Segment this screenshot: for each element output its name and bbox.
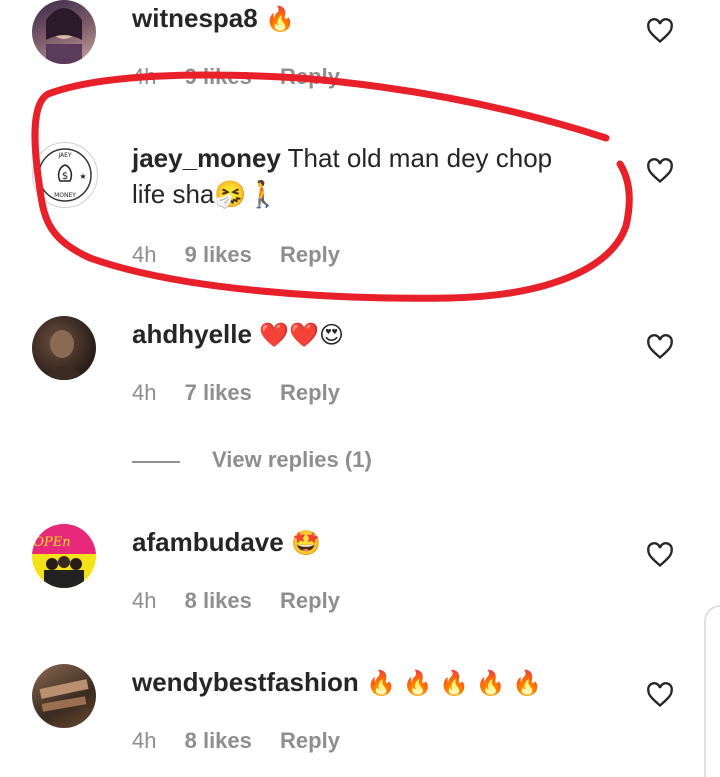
view-replies-divider [132, 461, 180, 463]
comment-text: 🔥 [264, 6, 295, 33]
comment-body: ahdhyelle ❤️❤️😍 [132, 316, 612, 354]
username[interactable]: wendybestfashion [132, 667, 359, 697]
comment-text: 🔥 🔥 🔥 🔥 🔥 [366, 670, 543, 697]
comment-body: witnespa8 🔥 [132, 0, 612, 38]
svg-text:$: $ [62, 171, 68, 182]
comment-afambudave: OPEn afambudave 🤩 4h 8 likes Reply [0, 524, 720, 634]
heart-outline-icon[interactable] [646, 158, 674, 184]
heart-outline-icon[interactable] [646, 682, 674, 708]
likes-count[interactable]: 7 likes [185, 380, 252, 405]
timestamp: 4h [132, 64, 157, 89]
comment-text: That old man dey chop [287, 143, 553, 173]
svg-text:OPEn: OPEn [33, 535, 70, 550]
avatar[interactable]: $ JAEY MONEY ★ [32, 142, 98, 208]
comment-witnespa8: witnespa8 🔥 4h 9 likes Reply [0, 0, 720, 100]
username[interactable]: jaey_money [132, 143, 281, 173]
comment-wendybestfashion: wendybestfashion 🔥 🔥 🔥 🔥 🔥 4h 8 likes Re… [0, 664, 720, 761]
comment-body: jaey_money That old man dey chop life sh… [132, 140, 612, 212]
username[interactable]: afambudave [132, 527, 284, 557]
likes-count[interactable]: 8 likes [185, 588, 252, 613]
username[interactable]: witnespa8 [132, 3, 258, 33]
avatar[interactable]: OPEn [32, 524, 96, 588]
comment-body: afambudave 🤩 [132, 524, 612, 562]
timestamp: 4h [132, 728, 157, 753]
svg-text:★: ★ [79, 172, 86, 181]
comment-text-line2: life sha🤧🚶 [132, 179, 280, 209]
comment-meta: 4h 9 likes Reply [132, 242, 362, 268]
username[interactable]: ahdhyelle [132, 319, 252, 349]
view-replies-button[interactable]: View replies (1) [212, 447, 372, 473]
comment-text: ❤️❤️😍 [259, 322, 344, 349]
likes-count[interactable]: 8 likes [185, 728, 252, 753]
comment-text: 🤩 [290, 530, 321, 557]
timestamp: 4h [132, 588, 157, 613]
likes-count[interactable]: 9 likes [185, 242, 252, 267]
reply-button[interactable]: Reply [280, 242, 340, 267]
avatar[interactable] [32, 664, 96, 728]
likes-count[interactable]: 9 likes [185, 64, 252, 89]
reply-button[interactable]: Reply [280, 380, 340, 405]
timestamp: 4h [132, 380, 157, 405]
heart-outline-icon[interactable] [646, 542, 674, 568]
avatar[interactable] [32, 316, 96, 380]
comment-meta: 4h 8 likes Reply [132, 728, 362, 754]
avatar[interactable] [32, 0, 96, 64]
overlay-edge [704, 605, 720, 777]
heart-outline-icon[interactable] [646, 334, 674, 360]
reply-button[interactable]: Reply [280, 728, 340, 753]
timestamp: 4h [132, 242, 157, 267]
heart-outline-icon[interactable] [646, 18, 674, 44]
comment-body: wendybestfashion 🔥 🔥 🔥 🔥 🔥 [132, 664, 612, 702]
comment-jaey-money: $ JAEY MONEY ★ jaey_money That old man d… [0, 140, 720, 270]
svg-text:JAEY: JAEY [57, 152, 72, 159]
comment-ahdhyelle: ahdhyelle ❤️❤️😍 4h 7 likes Reply [0, 316, 720, 426]
comment-meta: 4h 7 likes Reply [132, 380, 362, 406]
reply-button[interactable]: Reply [280, 64, 340, 89]
reply-button[interactable]: Reply [280, 588, 340, 613]
svg-text:MONEY: MONEY [54, 192, 76, 199]
comment-meta: 4h 8 likes Reply [132, 588, 362, 614]
comment-meta: 4h 9 likes Reply [132, 64, 362, 90]
